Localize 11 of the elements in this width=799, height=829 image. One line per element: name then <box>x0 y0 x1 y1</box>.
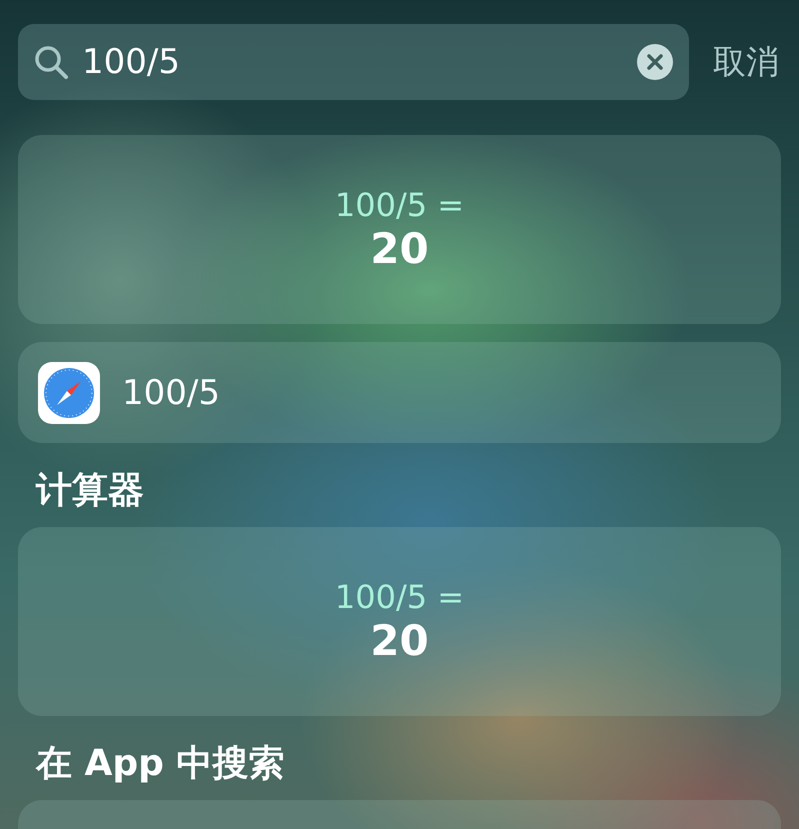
calculator-card[interactable]: 100/5 = 20 <box>18 527 781 716</box>
cancel-button[interactable]: 取消 <box>713 40 779 84</box>
section-heading: 在 App 中搜索 <box>34 742 286 786</box>
result-text: 20 <box>370 616 429 665</box>
section-heading: 计算器 <box>34 469 145 513</box>
calculator-card[interactable]: 100/5 = 20 <box>18 135 781 324</box>
suggestion-row[interactable]: 100/5 <box>18 342 781 443</box>
suggestion-text: 100/5 <box>122 372 220 412</box>
expression-text: 100/5 = <box>334 186 464 224</box>
expression-text: 100/5 = <box>334 578 464 616</box>
result-text: 20 <box>370 224 429 273</box>
